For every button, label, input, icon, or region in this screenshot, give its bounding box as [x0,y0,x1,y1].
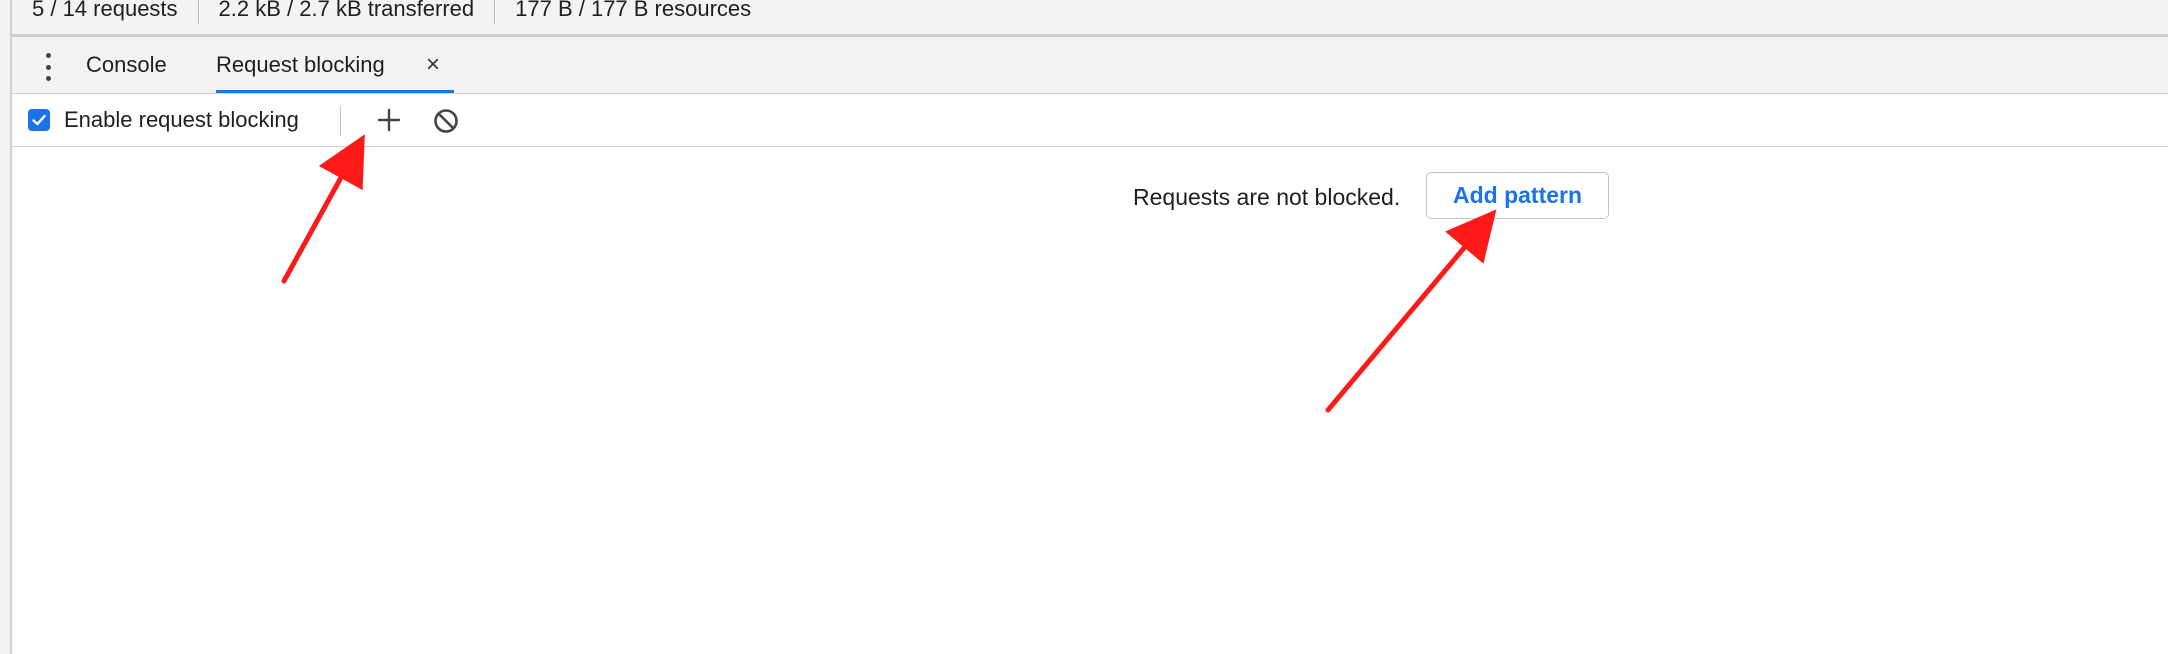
add-pattern-label: Add pattern [1452,182,1583,208]
toolbar-divider [340,106,341,136]
tab-request-blocking[interactable]: Request blocking × [216,37,454,93]
drawer-tab-strip: Console Request blocking × [12,37,2168,94]
more-vert-icon[interactable] [42,53,54,81]
active-tab-indicator [216,90,454,93]
tab-console-label: Console [86,52,167,77]
close-icon[interactable]: × [426,37,440,93]
enable-request-blocking-label[interactable]: Enable request blocking [64,106,299,134]
checkmark-icon [32,114,46,126]
summary-requests: 5 / 14 requests [32,0,178,21]
empty-state-message: Requests are not blocked. [1133,184,1401,210]
network-summary-bar: 5 / 14 requests 2.2 kB / 2.7 kB transfer… [12,0,2168,37]
arrow-annotation [1325,209,1497,413]
kebab-dot [45,64,51,70]
summary-resources: 177 B / 177 B resources [515,0,752,21]
kebab-dot [45,53,51,58]
plus-icon[interactable] [376,107,402,133]
tab-console[interactable]: Console [86,37,167,93]
arrow-annotation [281,134,365,284]
tab-request-blocking-label: Request blocking [216,52,385,77]
add-pattern-button[interactable]: Add pattern [1426,172,1609,219]
enable-request-blocking-checkbox[interactable] [28,109,50,131]
request-blocking-toolbar: Enable request blocking [12,94,2168,147]
clear-blocked-icon[interactable] [432,107,460,135]
kebab-dot [45,76,51,81]
left-panel-edge [0,0,12,654]
summary-transferred: 2.2 kB / 2.7 kB transferred [218,0,475,21]
